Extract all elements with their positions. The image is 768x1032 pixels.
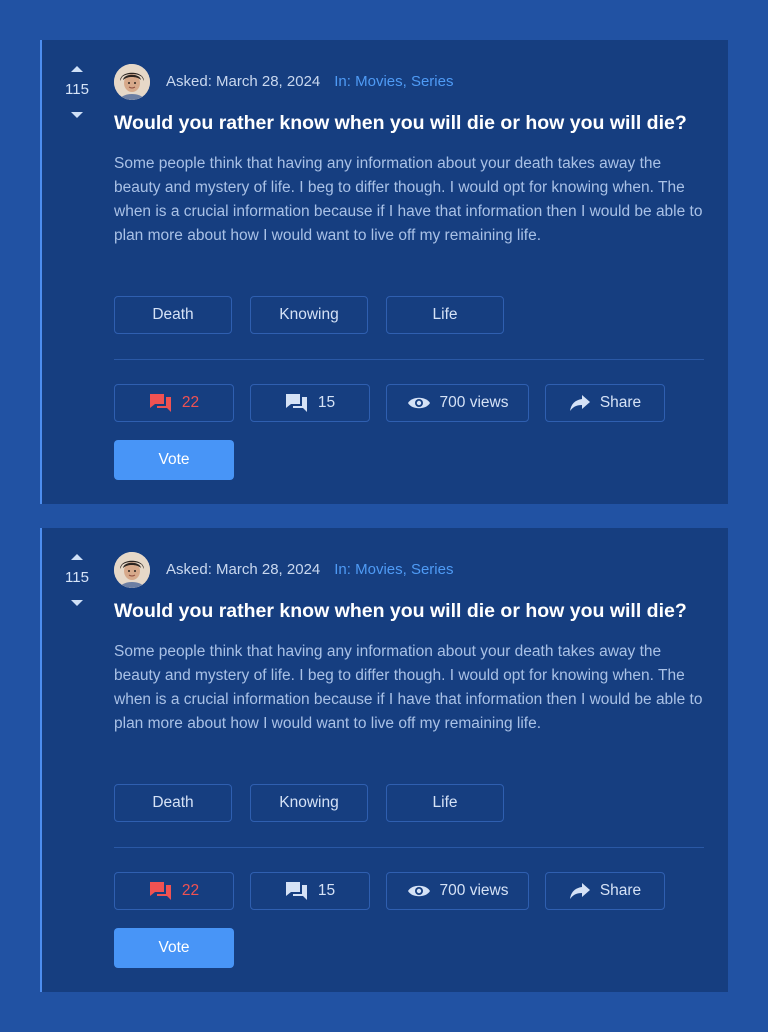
answers-count: 22 (181, 394, 200, 411)
question-body: Some people think that having any inform… (114, 155, 703, 244)
eye-icon (407, 395, 431, 411)
avatar[interactable] (114, 64, 150, 100)
asked-date: Asked: March 28, 2024 (166, 561, 321, 578)
tag-death[interactable]: Death (114, 784, 232, 822)
views-count: 700 views (439, 394, 509, 411)
question-feed: 115 Asked: March 28, 2024 In: Movies, Ser… (0, 0, 768, 1032)
answers-count: 22 (181, 882, 200, 899)
question-body: Some people think that having any inform… (114, 643, 703, 732)
category-link[interactable]: In: Movies, Series (334, 73, 453, 90)
share-label: Share (599, 882, 642, 899)
share-button[interactable]: Share (545, 384, 665, 422)
eye-icon (407, 883, 431, 899)
tag-knowing[interactable]: Knowing (250, 784, 368, 822)
downvote-icon[interactable] (71, 600, 83, 606)
comments-button[interactable]: 15 (250, 384, 370, 422)
vote-column: 115 (56, 66, 98, 118)
question-card: 115 Asked: March 28, 2024 In: Movies, Ser… (40, 528, 728, 992)
comments-count: 15 (317, 394, 336, 411)
avatar[interactable] (114, 552, 150, 588)
upvote-icon[interactable] (71, 554, 83, 560)
vote-column: 115 (56, 554, 98, 606)
divider (114, 359, 704, 360)
share-label: Share (599, 394, 642, 411)
question-title[interactable]: Would you rather know when you will die … (114, 599, 714, 623)
forum-icon (149, 392, 173, 414)
views-count: 700 views (439, 882, 509, 899)
vote-button[interactable]: Vote (114, 928, 234, 968)
downvote-icon[interactable] (71, 112, 83, 118)
answers-button[interactable]: 22 (114, 384, 234, 422)
question-title[interactable]: Would you rather know when you will die … (114, 111, 714, 135)
comments-button[interactable]: 15 (250, 872, 370, 910)
question-card: 115 Asked: March 28, 2024 In: Movies, Ser… (40, 40, 728, 504)
share-button[interactable]: Share (545, 872, 665, 910)
forum-icon (149, 880, 173, 902)
tag-life[interactable]: Life (386, 784, 504, 822)
tag-knowing[interactable]: Knowing (250, 296, 368, 334)
vote-count: 115 (65, 569, 89, 586)
vote-button[interactable]: Vote (114, 440, 234, 480)
tag-death[interactable]: Death (114, 296, 232, 334)
views-button[interactable]: 700 views (386, 384, 529, 422)
asked-date: Asked: March 28, 2024 (166, 73, 321, 90)
comment-icon (285, 880, 309, 902)
question-meta: Asked: March 28, 2024 In: Movies, Series (166, 561, 453, 579)
vote-count: 115 (65, 81, 89, 98)
divider (114, 847, 704, 848)
tag-life[interactable]: Life (386, 296, 504, 334)
share-arrow-icon (569, 394, 591, 412)
answers-button[interactable]: 22 (114, 872, 234, 910)
share-arrow-icon (569, 882, 591, 900)
category-link[interactable]: In: Movies, Series (334, 561, 453, 578)
comment-icon (285, 392, 309, 414)
views-button[interactable]: 700 views (386, 872, 529, 910)
upvote-icon[interactable] (71, 66, 83, 72)
question-meta: Asked: March 28, 2024 In: Movies, Series (166, 73, 453, 91)
comments-count: 15 (317, 882, 336, 899)
